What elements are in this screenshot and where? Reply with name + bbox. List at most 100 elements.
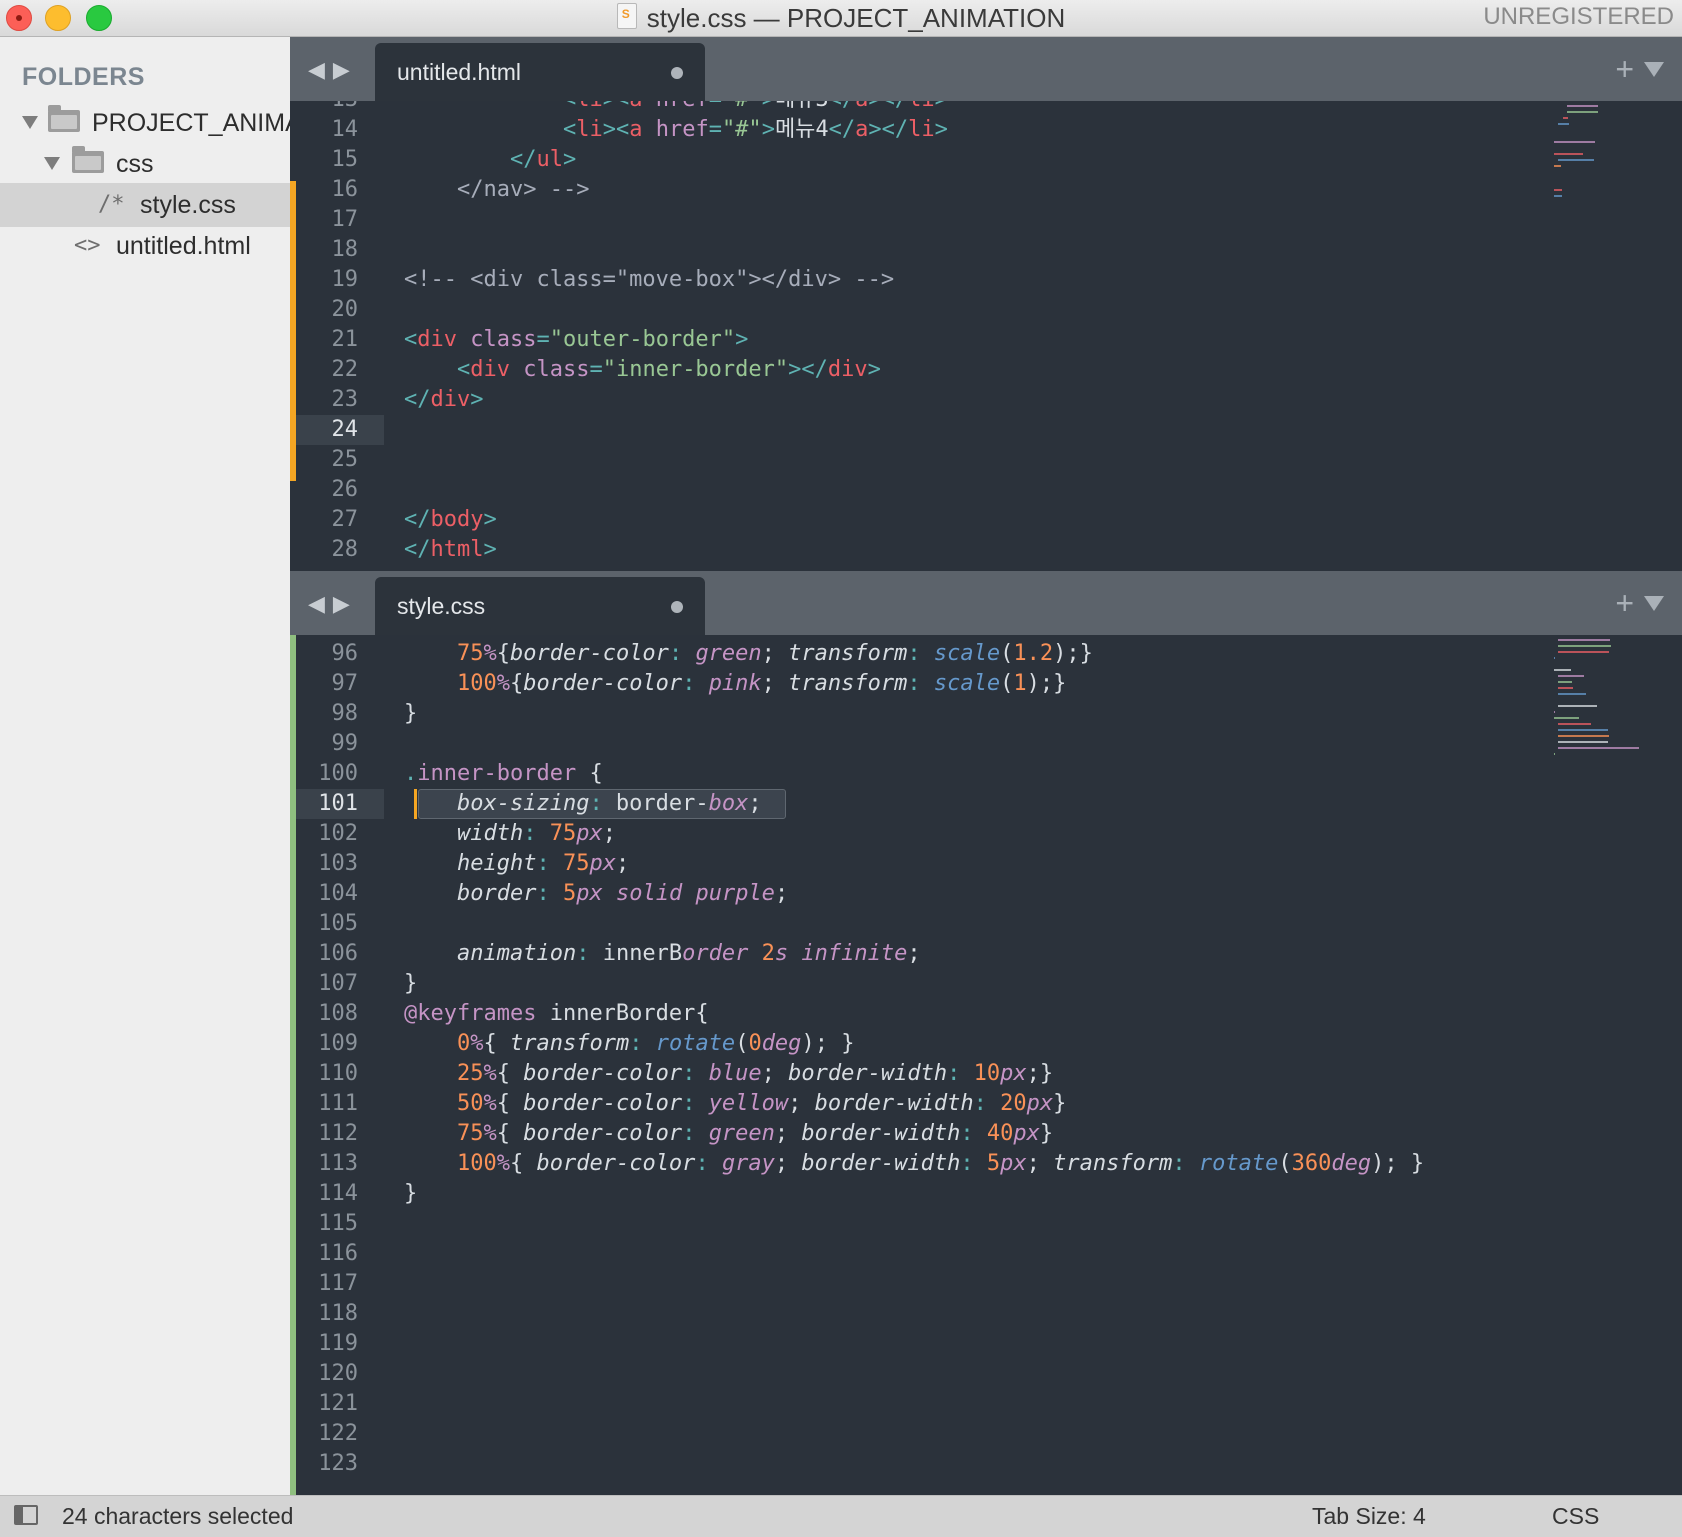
code-line[interactable]: 116 <box>290 1239 1530 1269</box>
minimap-line <box>1554 195 1562 197</box>
selection-status: 24 characters selected <box>62 1503 294 1529</box>
code-text[interactable]: box-sizing: border-box; <box>404 789 762 819</box>
tab-menu-chevron-down-icon[interactable] <box>1644 62 1664 77</box>
code-line[interactable]: 15 </ul> <box>290 145 1530 175</box>
disclosure-open-icon[interactable] <box>44 157 60 170</box>
code-text[interactable]: @keyframes innerBorder{ <box>404 999 709 1029</box>
code-text[interactable]: 25%{ border-color: blue; border-width: 1… <box>404 1059 1053 1089</box>
code-line[interactable]: 19 <!-- <div class="move-box"></div> --> <box>290 265 1530 295</box>
toggle-sidebar-icon[interactable] <box>14 1505 38 1525</box>
code-line[interactable]: 112 75%{ border-color: green; border-wid… <box>290 1119 1530 1149</box>
line-number: 20 <box>331 297 359 322</box>
code-line[interactable]: 114} <box>290 1179 1530 1209</box>
code-text[interactable]: 50%{ border-color: yellow; border-width:… <box>404 1089 1066 1119</box>
code-line[interactable]: 119 <box>290 1329 1530 1359</box>
bottom-editor-pane[interactable]: 95 50%{border-color: blue; transform: sc… <box>290 635 1682 1495</box>
minimap[interactable] <box>1554 639 1674 1109</box>
code-text[interactable]: <li><a href="#">메뉴4</a></li> <box>404 115 948 145</box>
tab-size-selector[interactable]: Tab Size: 4 <box>1312 1496 1426 1536</box>
tab-untitled-html[interactable]: untitled.html <box>375 43 705 101</box>
code-text[interactable]: animation: innerBorder 2s infinite; <box>404 939 921 969</box>
code-line[interactable]: 27 </body> <box>290 505 1530 535</box>
code-text[interactable]: } <box>404 969 417 999</box>
syntax-selector[interactable]: CSS <box>1552 1496 1599 1536</box>
code-text[interactable]: height: 75px; <box>404 849 629 879</box>
code-text[interactable]: </body> <box>404 505 497 535</box>
code-text[interactable]: 100%{ border-color: gray; border-width: … <box>404 1149 1424 1179</box>
code-line[interactable]: 100 .inner-border { <box>290 759 1530 789</box>
code-text[interactable]: border: 5px solid purple; <box>404 879 788 909</box>
code-line[interactable]: 98} <box>290 699 1530 729</box>
code-line[interactable]: 117 <box>290 1269 1530 1299</box>
code-text[interactable]: 75%{border-color: green; transform: scal… <box>404 639 1093 669</box>
code-line[interactable]: 26 <box>290 475 1530 505</box>
code-line[interactable]: 121 <box>290 1389 1530 1419</box>
code-text[interactable]: } <box>404 1179 417 1209</box>
sidebar-item-css-folder[interactable]: css <box>0 142 290 186</box>
code-line[interactable]: 110 25%{ border-color: blue; border-widt… <box>290 1059 1530 1089</box>
code-line[interactable]: 102 width: 75px; <box>290 819 1530 849</box>
code-line[interactable]: 25 <box>290 445 1530 475</box>
code-line[interactable]: 113 100%{ border-color: gray; border-wid… <box>290 1149 1530 1179</box>
code-text[interactable]: </nav> --> <box>404 175 589 205</box>
code-line[interactable]: 107} <box>290 969 1530 999</box>
code-line[interactable]: 18 <box>290 235 1530 265</box>
code-line[interactable]: 111 50%{ border-color: yellow; border-wi… <box>290 1089 1530 1119</box>
tab-menu-chevron-down-icon[interactable] <box>1644 596 1664 611</box>
code-line[interactable]: 99 <box>290 729 1530 759</box>
code-line[interactable]: 13 <li><a href="#">메뉴3</a></li> <box>290 101 1530 115</box>
code-text[interactable]: </div> <box>404 385 484 415</box>
code-line[interactable]: 108 @keyframes innerBorder{ <box>290 999 1530 1029</box>
code-text[interactable]: </html> <box>404 535 497 565</box>
code-line[interactable]: 96 75%{border-color: green; transform: s… <box>290 639 1530 669</box>
code-text[interactable]: width: 75px; <box>404 819 616 849</box>
code-text[interactable]: } <box>404 699 417 729</box>
code-line[interactable]: 105 <box>290 909 1530 939</box>
code-line[interactable]: 120 <box>290 1359 1530 1389</box>
unsaved-dot-icon[interactable] <box>671 601 683 613</box>
code-line[interactable]: 16 </nav> --> <box>290 175 1530 205</box>
top-editor-pane[interactable]: 13 <li><a href="#">메뉴3</a></li>14 <li><a… <box>290 101 1682 571</box>
code-line[interactable]: 123 <box>290 1449 1530 1479</box>
new-tab-plus-icon[interactable]: + <box>1615 585 1634 622</box>
minimap-line <box>1554 711 1556 713</box>
code-line[interactable]: 106 animation: innerBorder 2s infinite; <box>290 939 1530 969</box>
code-line[interactable]: 14 <li><a href="#">메뉴4</a></li> <box>290 115 1530 145</box>
code-line[interactable]: 22 <div class="inner-border"></div> <box>290 355 1530 385</box>
line-number: 122 <box>318 1421 358 1446</box>
tab-style-css[interactable]: style.css <box>375 577 705 635</box>
new-tab-plus-icon[interactable]: + <box>1615 51 1634 88</box>
code-text[interactable]: 100%{border-color: pink; transform: scal… <box>404 669 1066 699</box>
code-line[interactable]: 103 height: 75px; <box>290 849 1530 879</box>
code-line[interactable]: 23 </div> <box>290 385 1530 415</box>
code-line[interactable]: 104 border: 5px solid purple; <box>290 879 1530 909</box>
sidebar-item-style-css[interactable]: /* style.css <box>0 183 290 227</box>
code-line[interactable]: 21 <div class="outer-border"> <box>290 325 1530 355</box>
code-line[interactable]: 20 <box>290 295 1530 325</box>
tab-nav-arrows-icon[interactable]: ◀▶ <box>308 57 358 83</box>
code-line[interactable]: 24 <box>290 415 1530 445</box>
code-text[interactable]: <li><a href="#">메뉴3</a></li> <box>404 101 948 115</box>
code-line[interactable]: 118 <box>290 1299 1530 1329</box>
code-text[interactable]: <div class="outer-border"> <box>404 325 748 355</box>
code-line[interactable]: 115 <box>290 1209 1530 1239</box>
code-text[interactable]: 0%{ transform: rotate(0deg); } <box>404 1029 854 1059</box>
code-text[interactable]: <div class="inner-border"></div> <box>404 355 881 385</box>
code-line[interactable]: 109 0%{ transform: rotate(0deg); } <box>290 1029 1530 1059</box>
sidebar-item-project[interactable]: PROJECT_ANIMATION <box>0 101 290 145</box>
sidebar-item-untitled-html[interactable]: <> untitled.html <box>0 224 290 268</box>
unsaved-dot-icon[interactable] <box>671 67 683 79</box>
code-text[interactable]: 75%{ border-color: green; border-width: … <box>404 1119 1053 1149</box>
minimap[interactable] <box>1554 105 1674 315</box>
line-number: 13 <box>296 101 359 115</box>
code-line[interactable]: 28 </html> <box>290 535 1530 565</box>
tab-nav-arrows-icon[interactable]: ◀▶ <box>308 591 358 617</box>
code-line[interactable]: 101 box-sizing: border-box; <box>290 789 1530 819</box>
disclosure-open-icon[interactable] <box>22 116 38 129</box>
code-text[interactable]: .inner-border { <box>404 759 603 789</box>
code-line[interactable]: 17 <box>290 205 1530 235</box>
code-text[interactable]: </ul> <box>404 145 576 175</box>
code-line[interactable]: 122 <box>290 1419 1530 1449</box>
code-line[interactable]: 97 100%{border-color: pink; transform: s… <box>290 669 1530 699</box>
code-text[interactable]: <!-- <div class="move-box"></div> --> <box>404 265 894 295</box>
